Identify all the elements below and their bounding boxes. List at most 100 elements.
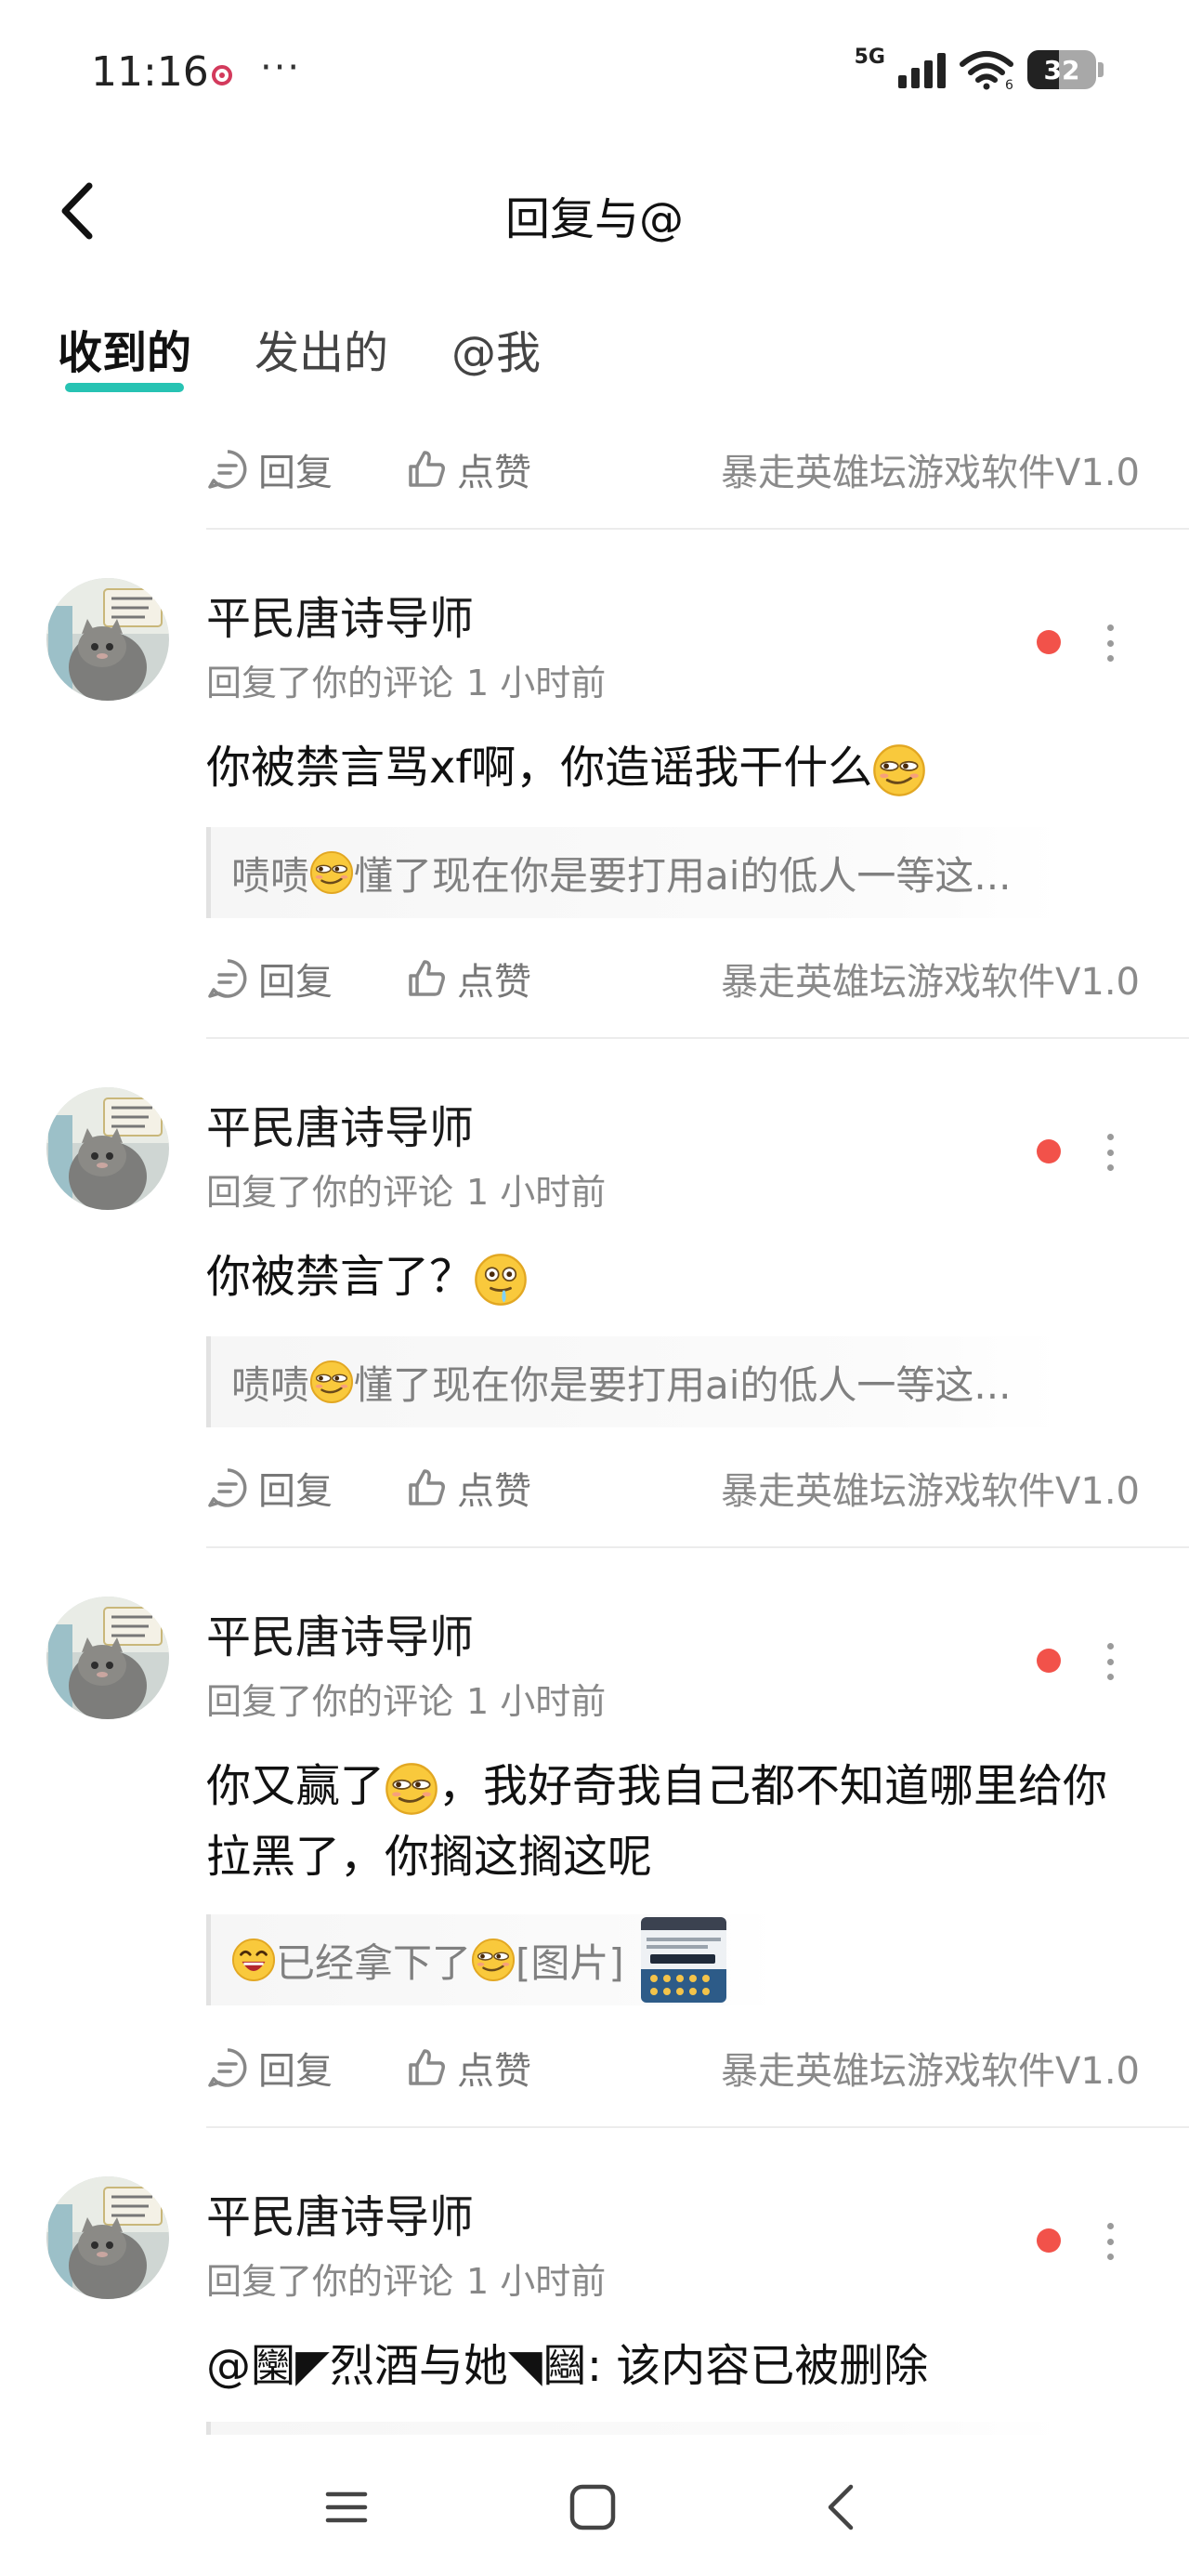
like-button[interactable]: 点赞 (405, 442, 531, 496)
like-button[interactable]: 点赞 (405, 1461, 531, 1515)
divider (206, 1037, 1189, 1039)
reply-label: 回复 (258, 1470, 333, 1513)
comment-body: @圞◤烈酒与她◥圝: 该内容已被删除 (206, 2340, 929, 2392)
recording-indicator-icon (212, 65, 232, 85)
like-button[interactable]: 点赞 (405, 2041, 531, 2095)
tab-received[interactable]: 收到的 (58, 316, 191, 392)
quote-text: 懂了现在你是要打用ai的低人一等这... (354, 852, 1012, 899)
quote-text: 懂了现在你是要打用ai的低人一等这... (354, 1361, 1012, 1408)
comment-time: 1 小时前 (466, 663, 607, 703)
reply-button[interactable]: 回复 (206, 2041, 405, 2095)
avatar[interactable] (46, 1597, 169, 1719)
comment-actions: 回复 点赞 暴走英雄坛游戏软件V1.0 (206, 1455, 1140, 1520)
more-options-icon[interactable] (1104, 624, 1117, 662)
source-link[interactable]: 暴走英雄坛游戏软件V1.0 (721, 442, 1140, 496)
more-options-icon[interactable] (1104, 1643, 1117, 1680)
avatar[interactable] (46, 1087, 169, 1210)
comment-text: 你被禁言骂xf啊，你造谣我干什么 (206, 742, 873, 794)
comment-meta: 回复了你的评论 1 小时前 (206, 1163, 606, 1215)
battery-icon: 32 (1027, 50, 1104, 89)
smirk-emoji-icon (385, 1762, 438, 1816)
unread-dot (1037, 630, 1061, 654)
source-link[interactable]: 暴走英雄坛游戏软件V1.0 (721, 952, 1140, 1005)
comment-time: 1 小时前 (466, 2261, 607, 2302)
avatar[interactable] (46, 2176, 169, 2299)
thumbs-up-icon (405, 448, 448, 491)
tab-sent[interactable]: 发出的 (255, 316, 388, 392)
quote-text: 啧啧 (231, 1361, 310, 1408)
smirk-emoji-icon (872, 743, 926, 797)
like-button[interactable]: 点赞 (405, 952, 531, 1005)
reply-icon (206, 448, 249, 491)
image-thumbnail[interactable] (640, 1917, 726, 2003)
reply-button[interactable]: 回复 (206, 1461, 405, 1515)
comment-author[interactable]: 平民唐诗导师 (206, 2180, 474, 2245)
unread-dot (1037, 2228, 1061, 2253)
clock: 11:16 (91, 48, 209, 96)
system-back-button[interactable] (819, 2481, 866, 2533)
drool-emoji-icon (474, 1253, 528, 1307)
more-options-icon[interactable] (1104, 2223, 1117, 2260)
more-notifications-icon: ··· (260, 46, 302, 89)
comment-author[interactable]: 平民唐诗导师 (206, 1091, 474, 1156)
meta-label: 回复了你的评论 (206, 663, 454, 703)
reply-icon (206, 957, 249, 1000)
thumbs-up-icon (405, 1466, 448, 1509)
comment-time: 1 小时前 (466, 1172, 607, 1213)
reply-icon (206, 1466, 249, 1509)
tab-mentions[interactable]: @我 (451, 316, 541, 392)
smirk-emoji-icon (471, 1938, 516, 1982)
source-link[interactable]: 暴走英雄坛游戏软件V1.0 (721, 1461, 1140, 1515)
reply-icon (206, 2046, 249, 2089)
quoted-comment[interactable] (206, 2422, 1061, 2435)
quoted-comment[interactable]: 已经拿下了 [图片] (206, 1914, 773, 2005)
home-button[interactable] (568, 2483, 617, 2531)
more-options-icon[interactable] (1104, 1134, 1117, 1171)
like-label: 点赞 (457, 452, 531, 494)
meta-label: 回复了你的评论 (206, 1172, 454, 1213)
comment-meta: 回复了你的评论 1 小时前 (206, 654, 606, 705)
comment-actions: 回复 点赞 暴走英雄坛游戏软件V1.0 (206, 437, 1140, 502)
meta-label: 回复了你的评论 (206, 2261, 454, 2302)
tab-bar: 收到的 发出的 @我 (58, 316, 541, 392)
divider (206, 2126, 1189, 2128)
comment-text: 你又赢了 (206, 1760, 385, 1812)
unread-dot (1037, 1649, 1061, 1673)
comment-body: 你被禁言骂xf啊，你造谣我干什么 (206, 732, 1144, 803)
like-label: 点赞 (457, 2050, 531, 2093)
comment-time: 1 小时前 (466, 1681, 607, 1722)
quote-text: [图片] (516, 1939, 624, 1986)
signal-icon (898, 51, 946, 88)
divider (206, 1546, 1189, 1548)
status-bar: 11:16 ··· 5G 6 32 (0, 0, 1189, 149)
reply-button[interactable]: 回复 (206, 952, 405, 1005)
comment-body: 你被禁言了？ (206, 1242, 1144, 1312)
comment-author[interactable]: 平民唐诗导师 (206, 1600, 474, 1665)
comment-actions: 回复 点赞 暴走英雄坛游戏软件V1.0 (206, 2035, 1140, 2100)
quoted-comment[interactable]: 啧啧 懂了现在你是要打用ai的低人一等这... (206, 827, 1061, 918)
recent-apps-button[interactable] (325, 2486, 368, 2529)
comment-author[interactable]: 平民唐诗导师 (206, 582, 474, 647)
comment-body: 你又赢了 ，我好奇我自己都不知道哪里给你拉黑了，你搁这搁这呢 (206, 1751, 1144, 1892)
smirk-emoji-icon (309, 850, 354, 895)
unread-dot (1037, 1139, 1061, 1163)
reply-label: 回复 (258, 961, 333, 1004)
like-label: 点赞 (457, 1470, 531, 1513)
network-type-label: 5G (854, 45, 885, 69)
divider (206, 528, 1189, 530)
smirk-emoji-icon (309, 1360, 354, 1404)
avatar[interactable] (46, 578, 169, 701)
system-nav-bar (0, 2435, 1189, 2576)
thumbs-up-icon (405, 2046, 448, 2089)
comment-meta: 回复了你的评论 1 小时前 (206, 2253, 606, 2304)
grin-emoji-icon (231, 1938, 276, 1982)
source-link[interactable]: 暴走英雄坛游戏软件V1.0 (721, 2041, 1140, 2095)
meta-label: 回复了你的评论 (206, 1681, 454, 1722)
thumbs-up-icon (405, 957, 448, 1000)
page-title: 回复与@ (504, 193, 684, 245)
wifi-icon: 6 (960, 51, 1013, 90)
quoted-comment[interactable]: 啧啧 懂了现在你是要打用ai的低人一等这... (206, 1336, 1061, 1427)
quote-text: 啧啧 (231, 852, 310, 899)
comment-text: 你被禁言了？ (206, 1251, 475, 1303)
reply-button[interactable]: 回复 (206, 442, 405, 496)
